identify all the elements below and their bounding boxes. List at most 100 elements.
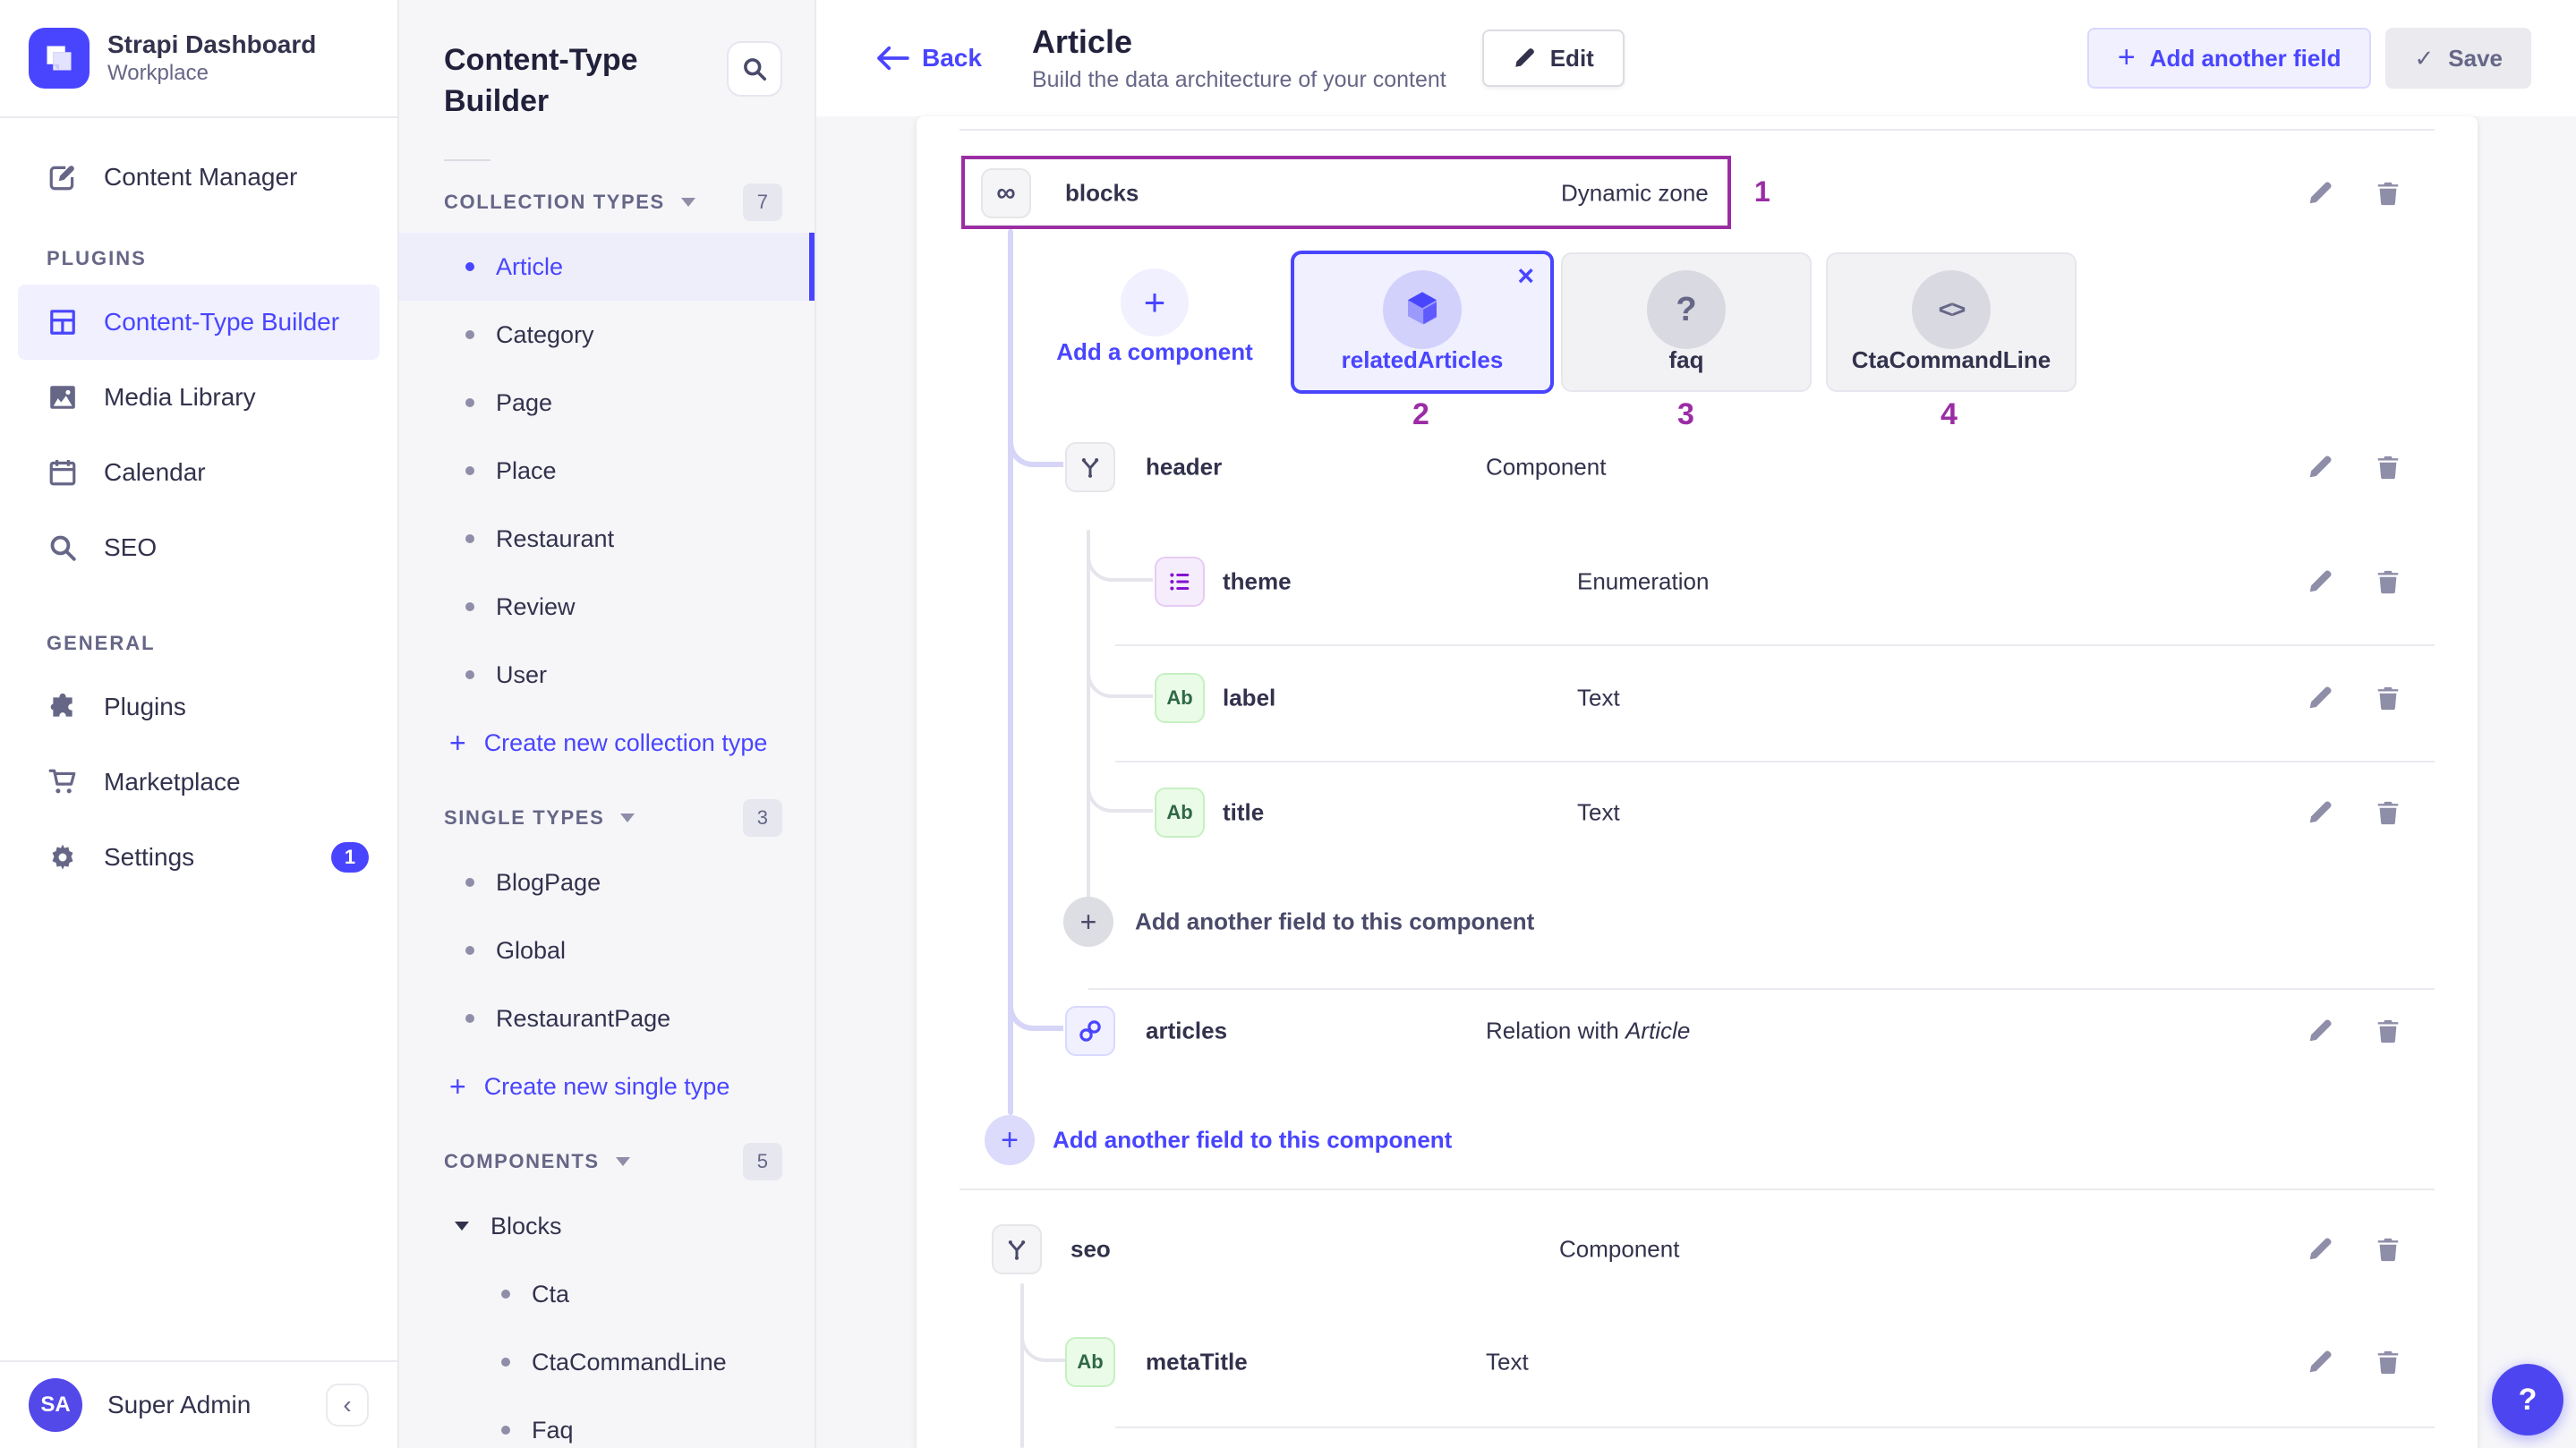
field-row-blocks[interactable]: ∞ blocks Dynamic zone [917, 145, 2478, 242]
subnav-item-ctacommandline[interactable]: CtaCommandLine [399, 1328, 815, 1396]
field-name: title [1223, 798, 1265, 826]
sidebar-item-calendar[interactable]: Calendar [0, 435, 397, 510]
subnav-item-cta[interactable]: Cta [399, 1260, 815, 1328]
collection-types-label: COLLECTION TYPES [444, 191, 665, 213]
workspace-brand[interactable]: Strapi Dashboard Workplace [0, 0, 397, 118]
component-chip-ctacommandline[interactable]: <> CtaCommandLine [1826, 252, 2077, 392]
single-types-header[interactable]: SINGLE TYPES 3 [399, 788, 815, 848]
delete-field-icon[interactable] [2374, 453, 2402, 481]
subnav-item-category[interactable]: Category [399, 301, 815, 369]
subnav-item-page[interactable]: Page [399, 369, 815, 437]
add-field-to-component-label[interactable]: Add another field to this component [1135, 908, 1534, 936]
avatar[interactable]: SA [29, 1378, 82, 1432]
component-chip-relatedarticles[interactable]: × relatedArticles [1291, 251, 1554, 394]
close-icon[interactable]: × [1517, 258, 1534, 294]
sidebar-item-content-manager[interactable]: Content Manager [0, 140, 397, 215]
delete-field-icon[interactable] [2374, 1348, 2402, 1376]
divider [960, 1188, 2435, 1190]
subnav-item-label: CtaCommandLine [532, 1348, 727, 1376]
page-header: Back Article Build the data architecture… [816, 0, 2576, 116]
sidebar-item-marketplace[interactable]: Marketplace [0, 745, 397, 820]
field-row-articles[interactable]: articles Relation with Article [917, 983, 2478, 1079]
field-row-theme[interactable]: theme Enumeration [917, 533, 2478, 630]
add-field-to-dynamic-zone-button[interactable]: + [985, 1115, 1035, 1165]
dynamic-zone-icon: ∞ [981, 168, 1031, 218]
chevron-down-icon [455, 1222, 469, 1231]
field-row-header[interactable]: header Component [917, 419, 2478, 515]
save-button[interactable]: ✓ Save [2385, 28, 2531, 89]
field-name: seo [1070, 1235, 1111, 1263]
edit-button[interactable]: Edit [1481, 30, 1625, 87]
edit-field-icon[interactable] [2306, 1235, 2334, 1264]
subnav-item-global[interactable]: Global [399, 916, 815, 984]
sidebar-item-label: Plugins [104, 693, 186, 720]
subnav-item-label: Restaurant [496, 524, 615, 552]
field-type: Text [1577, 798, 1620, 826]
subnav-item-restaurantpage[interactable]: RestaurantPage [399, 984, 815, 1052]
subnav-item-faq[interactable]: Faq [399, 1396, 815, 1448]
delete-field-icon[interactable] [2374, 179, 2402, 208]
help-button[interactable]: ? [2492, 1364, 2563, 1435]
subnav-item-label: BlogPage [496, 868, 601, 896]
plus-icon: + [449, 1070, 466, 1103]
field-row-metatitle[interactable]: Ab metaTitle Text [917, 1314, 2478, 1410]
settings-notification-badge: 1 [331, 842, 369, 873]
subnav-item-restaurant[interactable]: Restaurant [399, 505, 815, 573]
chevron-down-icon [680, 198, 695, 207]
subnav-item-article[interactable]: Article [399, 233, 815, 301]
component-category-blocks[interactable]: Blocks [399, 1192, 815, 1260]
create-collection-type-link[interactable]: + Create new collection type [399, 709, 815, 777]
edit-field-icon[interactable] [2306, 567, 2334, 596]
bullet-icon [465, 262, 474, 271]
components-header[interactable]: COMPONENTS 5 [399, 1131, 815, 1192]
sidebar-item-plugins[interactable]: Plugins [0, 669, 397, 745]
field-type: Component [1486, 453, 1607, 481]
add-field-to-component-button[interactable]: + [1063, 897, 1113, 947]
create-single-type-label: Create new single type [483, 1072, 730, 1100]
component-chip-label: CtaCommandLine [1851, 346, 2051, 373]
subnav-item-place[interactable]: Place [399, 437, 815, 505]
edit-field-icon[interactable] [2306, 798, 2334, 827]
content-type-builder-subnav: Content-Type Builder COLLECTION TYPES 7 … [399, 0, 816, 1448]
sidebar-item-media-library[interactable]: Media Library [0, 360, 397, 435]
field-name: blocks [1065, 179, 1139, 207]
component-chip-label: relatedArticles [1341, 346, 1504, 373]
component-chip-faq[interactable]: ? faq [1561, 252, 1812, 392]
field-row-label[interactable]: Ab label Text [917, 650, 2478, 746]
sidebar-item-content-type-builder[interactable]: Content-Type Builder [18, 285, 380, 360]
delete-field-icon[interactable] [2374, 798, 2402, 827]
field-row-title[interactable]: Ab title Text [917, 764, 2478, 861]
delete-field-icon[interactable] [2374, 1235, 2402, 1264]
field-row-seo[interactable]: seo Component [917, 1201, 2478, 1298]
edit-field-icon[interactable] [2306, 1348, 2334, 1376]
bullet-icon [501, 1358, 510, 1367]
edit-field-icon[interactable] [2306, 684, 2334, 712]
subnav-item-label: User [496, 660, 548, 688]
edit-field-icon[interactable] [2306, 453, 2334, 481]
sidebar-item-seo[interactable]: SEO [0, 510, 397, 585]
edit-field-icon[interactable] [2306, 1017, 2334, 1045]
add-component-label[interactable]: Add a component [994, 338, 1316, 366]
check-icon: ✓ [2414, 44, 2435, 72]
subnav-item-blogpage[interactable]: BlogPage [399, 848, 815, 916]
back-link[interactable]: Back [875, 44, 982, 72]
add-field-to-dynamic-zone-label[interactable]: Add another field to this component [1053, 1127, 1452, 1154]
bullet-icon [465, 602, 474, 611]
sidebar-item-settings[interactable]: Settings 1 [0, 820, 397, 895]
collection-types-header[interactable]: COLLECTION TYPES 7 [399, 172, 815, 233]
subnav-item-review[interactable]: Review [399, 573, 815, 641]
create-collection-type-label: Create new collection type [483, 728, 768, 756]
delete-field-icon[interactable] [2374, 684, 2402, 712]
arrow-left-icon [877, 46, 909, 71]
add-component-button[interactable]: + [1121, 268, 1189, 336]
chevron-down-icon [615, 1157, 630, 1166]
question-icon: ? [1647, 270, 1726, 349]
delete-field-icon[interactable] [2374, 1017, 2402, 1045]
subnav-item-user[interactable]: User [399, 641, 815, 709]
edit-field-icon[interactable] [2306, 179, 2334, 208]
add-another-field-button[interactable]: + Add another field [2086, 28, 2372, 89]
delete-field-icon[interactable] [2374, 567, 2402, 596]
create-single-type-link[interactable]: + Create new single type [399, 1052, 815, 1120]
search-button[interactable] [727, 41, 782, 97]
collapse-sidebar-button[interactable]: ‹ [326, 1384, 369, 1427]
